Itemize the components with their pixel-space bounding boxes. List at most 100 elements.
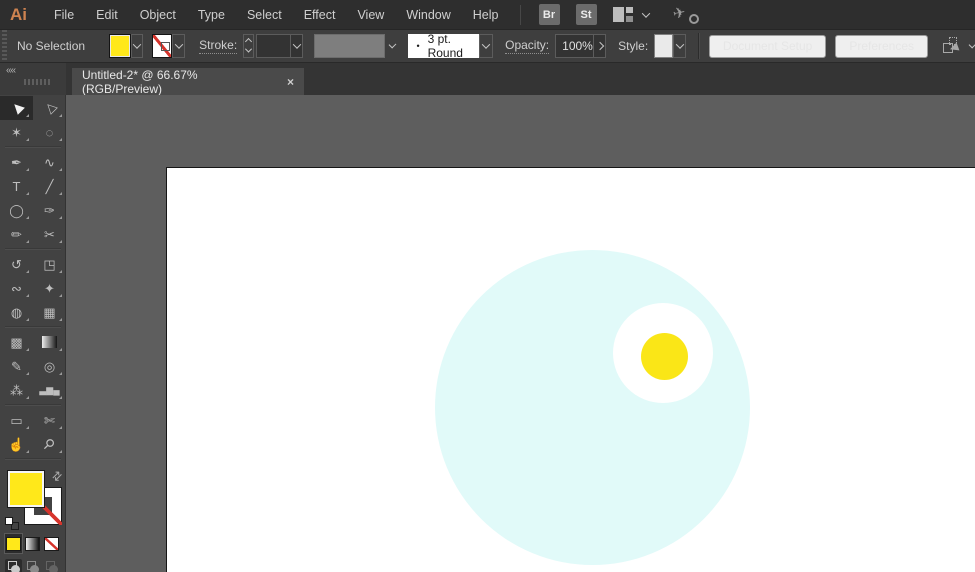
none-button[interactable] bbox=[43, 534, 60, 553]
magnifier-icon: ⚲ bbox=[40, 434, 59, 454]
eyedropper-tool[interactable]: ✎ bbox=[0, 354, 33, 378]
magic-wand-icon: ✶ bbox=[11, 124, 22, 140]
chevron-down-icon bbox=[292, 40, 301, 49]
stroke-color-swatch[interactable] bbox=[152, 34, 173, 58]
fill-color-swatch[interactable] bbox=[109, 34, 131, 58]
stroke-weight-stepper[interactable] bbox=[243, 34, 254, 58]
menu-file[interactable]: File bbox=[43, 8, 85, 22]
panel-grip-icon[interactable] bbox=[24, 79, 50, 85]
style-dropdown[interactable] bbox=[673, 34, 687, 58]
chevron-down-icon bbox=[174, 40, 183, 49]
brush-definition-dropdown[interactable] bbox=[478, 34, 494, 58]
chevron-down-icon bbox=[244, 45, 253, 53]
pen-tool[interactable]: ✒ bbox=[0, 150, 33, 174]
color-button[interactable] bbox=[5, 534, 22, 553]
stroke-weight-dropdown[interactable] bbox=[290, 34, 304, 58]
menu-view[interactable]: View bbox=[346, 8, 395, 22]
scissors-tool[interactable]: ✂ bbox=[33, 222, 66, 246]
menu-type[interactable]: Type bbox=[187, 8, 236, 22]
menu-effect[interactable]: Effect bbox=[293, 8, 347, 22]
menu-help[interactable]: Help bbox=[462, 8, 510, 22]
rocket-icon: ✈ bbox=[670, 3, 687, 23]
type-tool[interactable]: T bbox=[0, 174, 33, 198]
selection-tool-icon: ▶ bbox=[7, 99, 26, 117]
lasso-tool[interactable]: ◌ bbox=[33, 120, 66, 144]
select-similar-icon[interactable]: ▶ bbox=[943, 37, 960, 55]
scale-tool[interactable]: ◳ bbox=[33, 252, 66, 276]
tool-grid: ▶ ▷ ✶ ◌ ✒ ∿ T ╱ ◯ ✑ ✏ ✂ ↺ ◳ ∾ ✦ ◍ ▦ ▩ ✎ … bbox=[0, 95, 65, 462]
rotate-tool[interactable]: ↺ bbox=[0, 252, 33, 276]
gradient-tool[interactable] bbox=[33, 330, 66, 354]
width-profile-dropdown[interactable] bbox=[314, 34, 385, 58]
opacity-options-button[interactable] bbox=[594, 34, 607, 58]
artboard-icon: ▭ bbox=[10, 412, 23, 428]
fill-stroke-control: ⇄ bbox=[0, 467, 65, 530]
hand-tool[interactable]: ☝ bbox=[0, 432, 33, 456]
mesh-tool[interactable]: ▩ bbox=[0, 330, 33, 354]
draw-normal-button[interactable] bbox=[5, 559, 22, 572]
brush-preview-icon: • bbox=[416, 41, 420, 51]
line-segment-tool[interactable]: ╱ bbox=[33, 174, 66, 198]
menu-select[interactable]: Select bbox=[236, 8, 293, 22]
draw-inside-button[interactable] bbox=[43, 559, 60, 572]
artboard-tool[interactable]: ▭ bbox=[0, 408, 33, 432]
stroke-color-dropdown[interactable] bbox=[172, 34, 186, 58]
close-tab-icon[interactable]: × bbox=[287, 75, 294, 89]
document-setup-button[interactable]: Document Setup bbox=[708, 34, 827, 58]
column-graph-icon: ▃▆▄ bbox=[39, 384, 60, 395]
chevron-down-icon[interactable] bbox=[641, 8, 650, 18]
scissors-icon: ✂ bbox=[44, 226, 55, 242]
draw-behind-button[interactable] bbox=[24, 559, 41, 572]
column-graph-tool[interactable]: ▃▆▄ bbox=[33, 378, 66, 402]
brush-definition-field[interactable]: • 3 pt. Round bbox=[408, 32, 479, 60]
menu-object[interactable]: Object bbox=[129, 8, 187, 22]
chevron-down-icon bbox=[132, 40, 142, 49]
document-tab[interactable]: Untitled-2* @ 66.67% (RGB/Preview) × bbox=[72, 68, 304, 96]
rotate-icon: ↺ bbox=[11, 256, 22, 272]
opacity-field[interactable]: 100% bbox=[555, 34, 595, 58]
gpu-performance-icon[interactable]: ✈ bbox=[670, 3, 699, 25]
stroke-label[interactable]: Stroke: bbox=[199, 38, 238, 54]
zoom-tool[interactable]: ⚲ bbox=[33, 432, 66, 456]
curvature-tool[interactable]: ∿ bbox=[33, 150, 66, 174]
stroke-weight-field[interactable] bbox=[255, 34, 291, 58]
gradient-chip-icon bbox=[25, 536, 40, 551]
stock-button[interactable]: St bbox=[575, 4, 597, 25]
selection-tool[interactable]: ▶ bbox=[0, 96, 33, 120]
perspective-grid-tool[interactable]: ▦ bbox=[33, 300, 66, 324]
gradient-button[interactable] bbox=[24, 534, 41, 553]
swap-fill-stroke-icon[interactable]: ⇄ bbox=[48, 467, 65, 484]
default-fill-stroke-icon[interactable] bbox=[5, 517, 19, 530]
chevron-down-icon[interactable] bbox=[388, 40, 396, 49]
slice-tool[interactable]: ✄ bbox=[33, 408, 66, 432]
shaper-tool[interactable]: ✏ bbox=[0, 222, 33, 246]
fill-color-dropdown[interactable] bbox=[130, 34, 144, 58]
panel-grip-icon[interactable] bbox=[0, 30, 7, 62]
menu-edit[interactable]: Edit bbox=[85, 8, 129, 22]
slice-icon: ✄ bbox=[44, 412, 55, 428]
canvas-area[interactable] bbox=[66, 95, 975, 572]
preferences-button[interactable]: Preferences bbox=[835, 34, 929, 58]
shape-builder-tool[interactable]: ◍ bbox=[0, 300, 33, 324]
fill-swatch-large[interactable] bbox=[7, 470, 45, 508]
ellipse-tool[interactable]: ◯ bbox=[0, 198, 33, 222]
large-cyan-circle[interactable] bbox=[435, 250, 750, 565]
bridge-button[interactable]: Br bbox=[538, 4, 560, 25]
width-tool[interactable]: ∾ bbox=[0, 276, 33, 300]
opacity-label[interactable]: Opacity: bbox=[505, 38, 550, 54]
direct-selection-tool[interactable]: ▷ bbox=[33, 96, 66, 120]
menu-window[interactable]: Window bbox=[395, 8, 461, 22]
tools-panel: ▶ ▷ ✶ ◌ ✒ ∿ T ╱ ◯ ✑ ✏ ✂ ↺ ◳ ∾ ✦ ◍ ▦ ▩ ✎ … bbox=[0, 95, 66, 572]
chevron-down-icon bbox=[481, 40, 491, 49]
yellow-circle[interactable] bbox=[641, 333, 688, 380]
magic-wand-tool[interactable]: ✶ bbox=[0, 120, 33, 144]
tools-panel-header: «« bbox=[0, 63, 66, 95]
symbol-sprayer-tool[interactable]: ⁂ bbox=[0, 378, 33, 402]
paintbrush-tool[interactable]: ✑ bbox=[33, 198, 66, 222]
collapse-panel-button[interactable]: «« bbox=[6, 65, 16, 76]
puppet-warp-tool[interactable]: ✦ bbox=[33, 276, 66, 300]
workspace-switcher-icon[interactable] bbox=[612, 7, 633, 22]
style-swatch[interactable] bbox=[654, 34, 674, 58]
chevron-down-icon[interactable] bbox=[968, 40, 975, 49]
blend-tool[interactable]: ◎ bbox=[33, 354, 66, 378]
